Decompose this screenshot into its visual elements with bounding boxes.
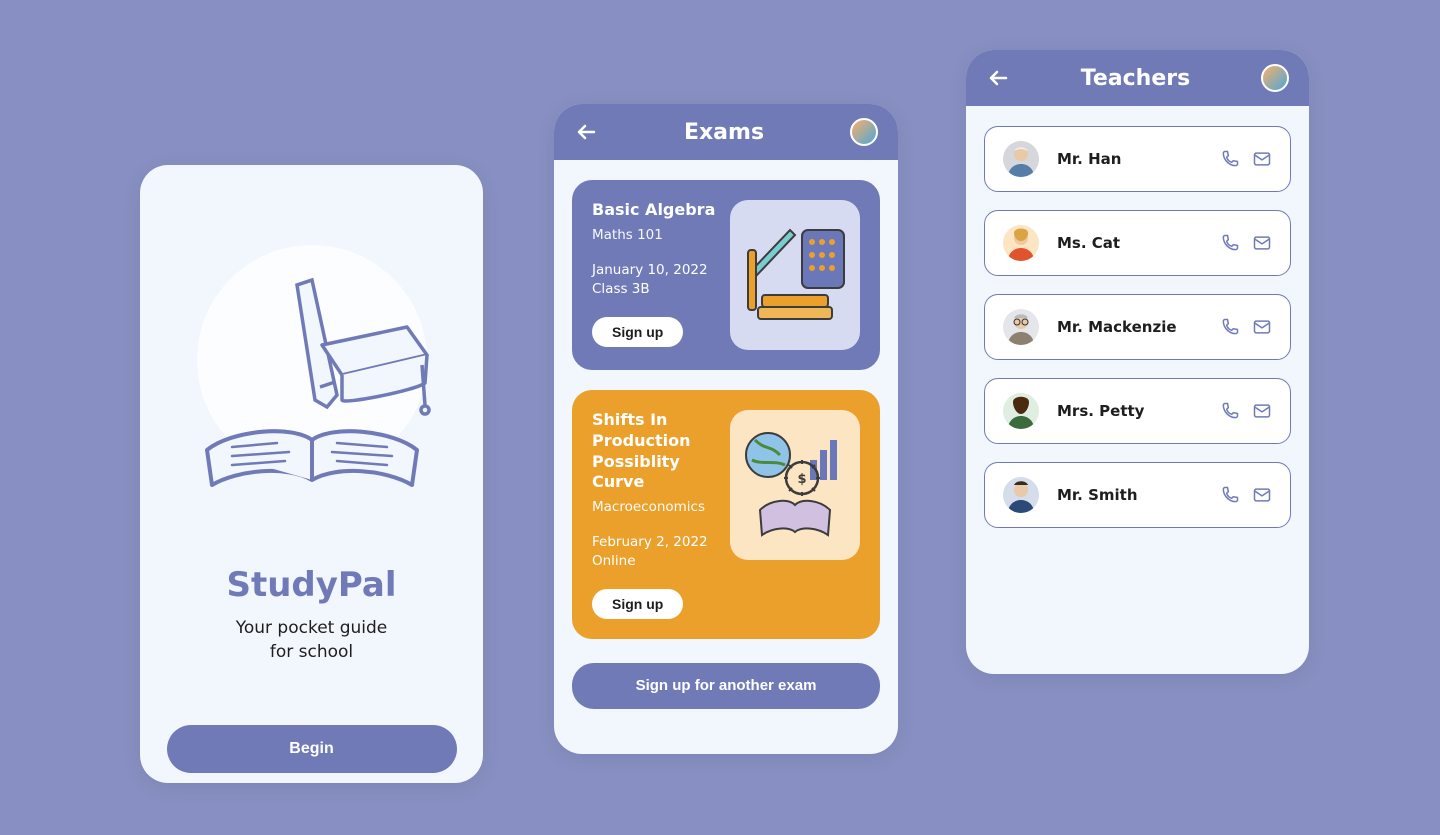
teacher-avatar: [1003, 309, 1039, 345]
avatar[interactable]: [1261, 64, 1289, 92]
teachers-header: Teachers: [966, 50, 1309, 106]
exams-header: Exams: [554, 104, 898, 160]
splash-screen: StudyPal Your pocket guidefor school Beg…: [140, 165, 483, 783]
avatar[interactable]: [850, 118, 878, 146]
exam-meta: January 10, 2022Class 3B: [592, 261, 720, 299]
exam-title: Basic Algebra: [592, 200, 720, 221]
back-arrow-icon[interactable]: [986, 66, 1010, 90]
exam-illustration: $: [730, 410, 860, 560]
svg-text:$: $: [797, 472, 806, 487]
exams-screen: Exams Basic Algebra Maths 101 January 10…: [554, 104, 898, 754]
teacher-avatar: [1003, 225, 1039, 261]
exam-card[interactable]: Basic Algebra Maths 101 January 10, 2022…: [572, 180, 880, 370]
teacher-row[interactable]: Ms. Cat: [984, 210, 1291, 276]
exam-meta: February 2, 2022Online: [592, 533, 720, 571]
mail-icon[interactable]: [1252, 401, 1272, 421]
phone-icon[interactable]: [1220, 317, 1240, 337]
mail-icon[interactable]: [1252, 317, 1272, 337]
page-title: Teachers: [1010, 66, 1261, 91]
teacher-name: Mr. Han: [1057, 150, 1208, 168]
phone-icon[interactable]: [1220, 233, 1240, 253]
app-name: StudyPal: [140, 565, 483, 605]
teachers-screen: Teachers Mr. Han Ms. Cat Mr. Mackenzie: [966, 50, 1309, 674]
teacher-row[interactable]: Mr. Han: [984, 126, 1291, 192]
teacher-row[interactable]: Mr. Mackenzie: [984, 294, 1291, 360]
phone-icon[interactable]: [1220, 401, 1240, 421]
mail-icon[interactable]: [1252, 485, 1272, 505]
teacher-row[interactable]: Mr. Smith: [984, 462, 1291, 528]
splash-illustration: [177, 245, 447, 515]
signup-button[interactable]: Sign up: [592, 317, 683, 347]
teacher-name: Mrs. Petty: [1057, 402, 1208, 420]
exam-illustration: [730, 200, 860, 350]
teacher-name: Ms. Cat: [1057, 234, 1208, 252]
teacher-avatar: [1003, 477, 1039, 513]
page-title: Exams: [598, 120, 850, 145]
teacher-row[interactable]: Mrs. Petty: [984, 378, 1291, 444]
signup-button[interactable]: Sign up: [592, 589, 683, 619]
mail-icon[interactable]: [1252, 233, 1272, 253]
teacher-avatar: [1003, 141, 1039, 177]
app-tagline: Your pocket guidefor school: [140, 617, 483, 665]
exam-title: Shifts In ProductionPossiblity Curve: [592, 410, 720, 493]
teacher-list: Mr. Han Ms. Cat Mr. Mackenzie Mrs. Pet: [966, 106, 1309, 528]
back-arrow-icon[interactable]: [574, 120, 598, 144]
signup-another-button[interactable]: Sign up for another exam: [572, 663, 880, 709]
begin-button[interactable]: Begin: [167, 725, 457, 773]
exam-subject: Maths 101: [592, 227, 720, 243]
exam-subject: Macroeconomics: [592, 499, 720, 515]
mail-icon[interactable]: [1252, 149, 1272, 169]
phone-icon[interactable]: [1220, 485, 1240, 505]
book-cap-pencil-icon: [177, 255, 447, 525]
exam-card[interactable]: Shifts In ProductionPossiblity Curve Mac…: [572, 390, 880, 639]
phone-icon[interactable]: [1220, 149, 1240, 169]
teacher-name: Mr. Smith: [1057, 486, 1208, 504]
teacher-avatar: [1003, 393, 1039, 429]
teacher-name: Mr. Mackenzie: [1057, 318, 1208, 336]
